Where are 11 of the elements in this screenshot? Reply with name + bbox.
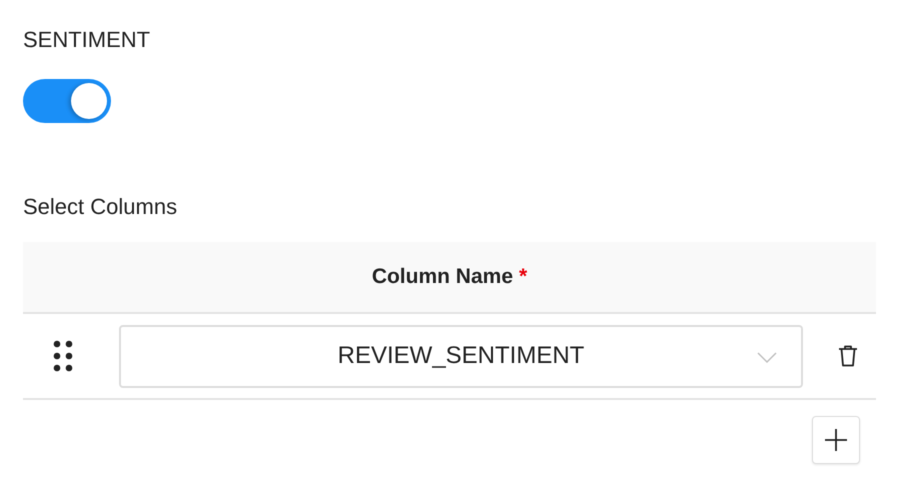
drag-handle-icon[interactable] [53,340,73,372]
section-label: SENTIMENT [23,26,152,54]
trash-icon[interactable] [838,345,858,367]
caret-icon [757,352,777,364]
section-label: Select Columns [23,193,178,221]
required-mark: * [519,265,528,288]
column-select[interactable]: REVIEW_SENTIMENT [119,324,803,388]
plus-icon [824,428,848,452]
column-header: Column Name [372,265,513,288]
toggle-switch[interactable] [23,79,111,123]
add-button[interactable] [812,416,860,464]
